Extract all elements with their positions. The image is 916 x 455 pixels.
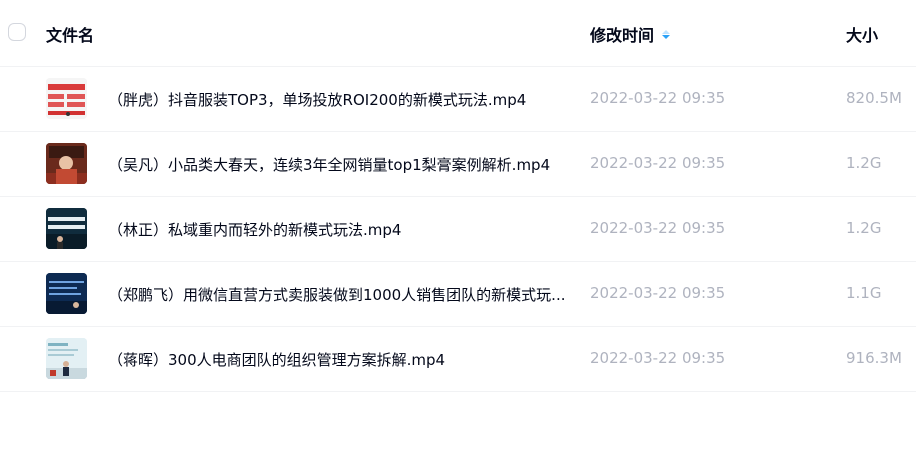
file-table: 文件名 修改时间 大小 （胖虎）抖音服装TOP3，单场投放ROI200的新模式玩… <box>0 0 916 392</box>
column-header-size[interactable]: 大小 <box>846 22 878 46</box>
table-row[interactable]: （郑鹏飞）用微信直营方式卖服装做到1000人销售团队的新模式玩... 2022-… <box>0 262 916 327</box>
file-name[interactable]: （吴凡）小品类大春天，连续3年全网销量top1梨膏案例解析.mp4 <box>108 154 578 175</box>
file-modified-time: 2022-03-22 09:35 <box>590 349 726 367</box>
file-modified-time: 2022-03-22 09:35 <box>590 284 726 302</box>
sort-icon[interactable] <box>662 29 671 39</box>
select-all-checkbox[interactable] <box>8 23 26 41</box>
file-size: 916.3M <box>846 349 902 367</box>
file-modified-time: 2022-03-22 09:35 <box>590 219 726 237</box>
file-size: 1.2G <box>846 219 882 237</box>
video-thumbnail <box>46 208 87 249</box>
column-header-time-label: 修改时间 <box>590 26 655 45</box>
file-modified-time: 2022-03-22 09:35 <box>590 89 726 107</box>
table-row[interactable]: （蒋晖）300人电商团队的组织管理方案拆解.mp4 2022-03-22 09:… <box>0 327 916 392</box>
table-row[interactable]: （吴凡）小品类大春天，连续3年全网销量top1梨膏案例解析.mp4 2022-0… <box>0 132 916 197</box>
video-thumbnail <box>46 273 87 314</box>
table-row[interactable]: （林正）私域重内而轻外的新模式玩法.mp4 2022-03-22 09:35 1… <box>0 197 916 262</box>
column-header-time[interactable]: 修改时间 <box>590 22 671 46</box>
file-name[interactable]: （胖虎）抖音服装TOP3，单场投放ROI200的新模式玩法.mp4 <box>108 89 578 110</box>
video-thumbnail <box>46 338 87 379</box>
file-name[interactable]: （蒋晖）300人电商团队的组织管理方案拆解.mp4 <box>108 349 578 370</box>
file-name[interactable]: （林正）私域重内而轻外的新模式玩法.mp4 <box>108 219 578 240</box>
file-size: 1.2G <box>846 154 882 172</box>
file-name[interactable]: （郑鹏飞）用微信直营方式卖服装做到1000人销售团队的新模式玩... <box>108 284 578 305</box>
table-row[interactable]: （胖虎）抖音服装TOP3，单场投放ROI200的新模式玩法.mp4 2022-0… <box>0 67 916 132</box>
video-thumbnail <box>46 78 87 119</box>
video-thumbnail <box>46 143 87 184</box>
column-header-name[interactable]: 文件名 <box>46 22 94 46</box>
table-header: 文件名 修改时间 大小 <box>0 0 916 67</box>
file-modified-time: 2022-03-22 09:35 <box>590 154 726 172</box>
file-size: 1.1G <box>846 284 882 302</box>
file-size: 820.5M <box>846 89 902 107</box>
